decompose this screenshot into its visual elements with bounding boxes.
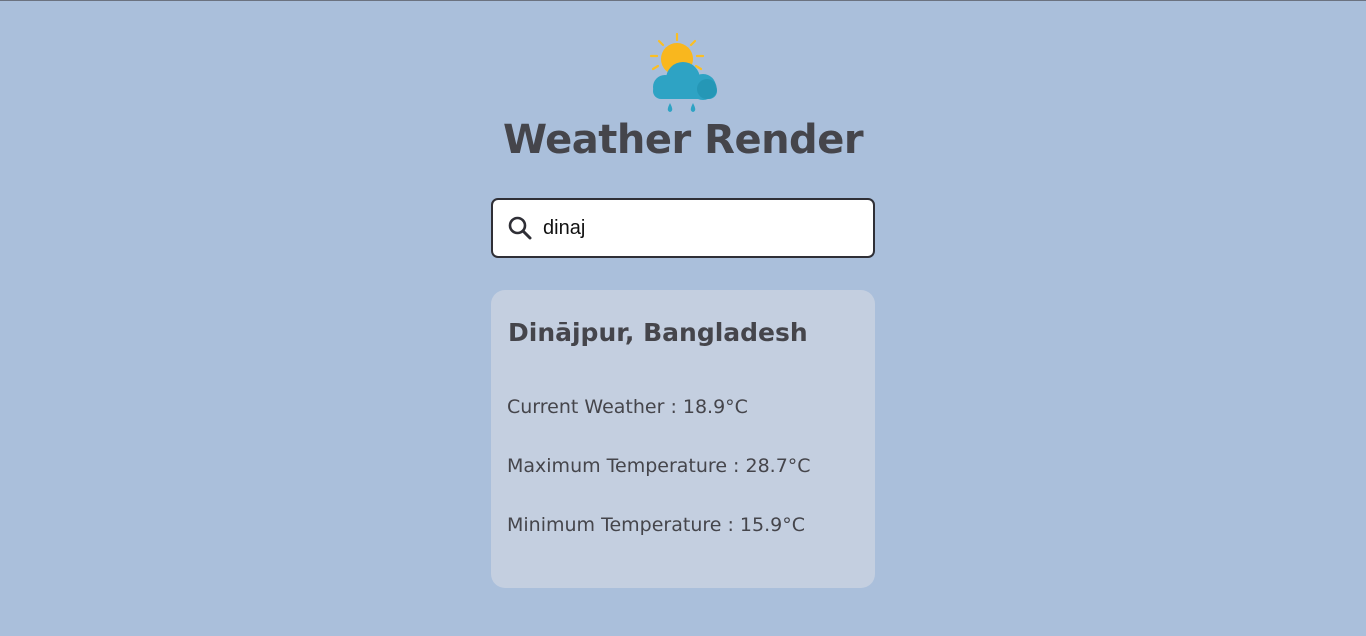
search-input[interactable]: [543, 216, 843, 240]
location-name: Dinājpur, Bangladesh: [508, 318, 808, 347]
max-temperature: Maximum Temperature : 28.7°C: [507, 455, 811, 477]
weather-result-card: Dinājpur, Bangladesh Current Weather : 1…: [491, 290, 875, 588]
search-icon: [508, 216, 532, 240]
app-title: Weather Render: [502, 117, 864, 163]
current-weather: Current Weather : 18.9°C: [507, 396, 748, 418]
min-temperature: Minimum Temperature : 15.9°C: [507, 514, 805, 536]
sun-cloud-rain-icon: [649, 32, 717, 112]
weather-app: Weather Render Dinājpur, Bangladesh Curr…: [0, 1, 1366, 636]
search-box[interactable]: [491, 198, 875, 258]
